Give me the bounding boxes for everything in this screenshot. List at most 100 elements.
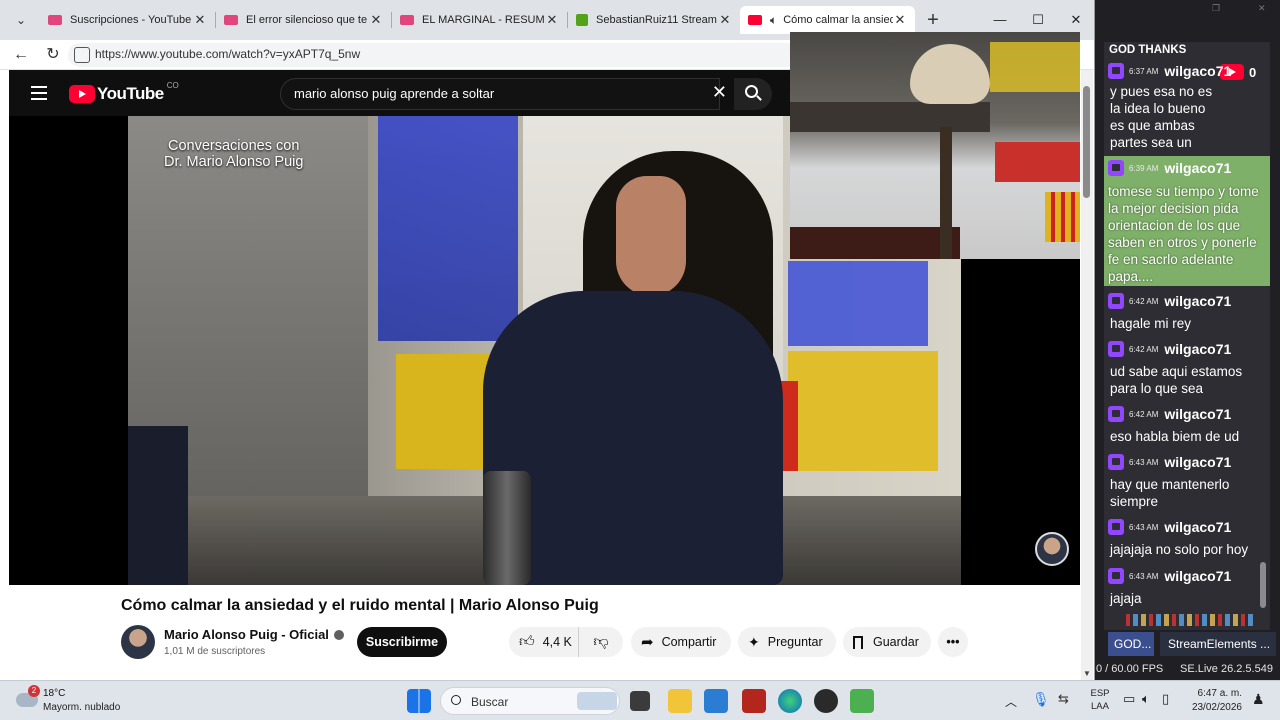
tab-kick-stream[interactable]: SebastianRuiz11 Stream - Wa ✕ [568,6,740,34]
twitch-icon [1108,63,1124,79]
emote-strip [1126,614,1256,626]
menu-icon[interactable] [31,86,47,100]
microphone-icon[interactable]: 🎙︎ [1032,691,1050,708]
task-view-icon[interactable] [630,691,650,711]
bookmark-icon [853,635,863,649]
water-bottle [483,471,531,585]
weather-widget[interactable]: 2 18°C Mayorm. nublado [14,685,154,717]
minimize-icon[interactable]: — [980,8,1020,32]
clock[interactable]: 6:47 a. m. 23/02/2026 [1182,687,1242,715]
close-tab-icon[interactable]: ✕ [893,12,907,28]
close-window-icon[interactable]: ✕ [1056,8,1094,32]
clock-time: 6:47 a. m. [1197,688,1242,699]
ask-button[interactable]: ✦ Preguntar [738,627,836,657]
ask-label: Preguntar [767,635,823,649]
url-text: https://www.youtube.com/watch?v=yxAPT7q_… [95,47,361,61]
youtube-logo[interactable]: YouTube CO [69,81,179,104]
message-user: wilgaco71 [1164,160,1232,176]
store-icon[interactable] [704,689,728,713]
message-text: ud sabe aqui estamos para lo que sea [1110,364,1243,396]
message-user: wilgaco71 [1164,293,1232,309]
subscriber-count: 1,01 M de suscriptores [164,646,266,657]
close-tab-icon[interactable]: ✕ [369,12,383,28]
chat-message: 6:42 AM wilgaco71 hagale mi rey [1104,292,1270,334]
search-query: mario alonso puig aprende a soltar [294,86,495,101]
cam-flag-red [995,142,1080,182]
scroll-down-arrow-icon[interactable]: ▼ [1083,669,1091,678]
chat-scrollbar[interactable] [1260,562,1266,608]
close-tab-icon[interactable]: ✕ [193,12,207,28]
message-text: jajajaja no solo por hoy [1110,542,1249,557]
back-arrow-icon[interactable]: ← [10,44,32,66]
dislike-button[interactable]: 👎︎ [579,633,623,651]
channel-name[interactable]: Mario Alonso Puig - Oficial [164,627,344,642]
notification-icon[interactable]: ♟ [1252,691,1265,708]
like-dislike-group: 👍︎ 4,4 K 👎︎ [509,627,623,657]
app-red-icon[interactable] [742,689,766,713]
tab-subscriptions[interactable]: Suscripciones - YouTube ✕ [40,6,215,34]
message-time: 6:43 AM [1129,522,1159,532]
scene-blue-panel-right [788,261,928,346]
host-shoulder [128,426,188,585]
like-count: 4,4 K [542,635,572,649]
speaker-icon[interactable]: 🔈︎ [770,13,777,28]
language-code: ESP [1090,688,1110,699]
message-user: wilgaco71 [1164,341,1232,357]
dock-tab-streamelements[interactable]: StreamElements ... [1160,632,1276,656]
obs-icon[interactable] [814,689,838,713]
close-tab-icon[interactable]: ✕ [545,12,559,28]
pen-tray-icon[interactable]: ⇆ [1058,691,1069,707]
clear-search-icon[interactable]: ✕ [712,82,727,103]
reload-icon[interactable]: ↻ [42,44,64,66]
channel-watermark-avatar[interactable] [1035,532,1069,566]
tab-active-video[interactable]: 🔈︎ Cómo calmar la ansiedad ✕ [740,6,915,34]
new-tab-icon[interactable]: + [922,8,944,32]
site-info-icon[interactable] [74,47,90,63]
message-user: wilgaco71 [1164,454,1232,470]
chat-app-icon[interactable] [850,689,874,713]
search-button[interactable] [734,78,772,110]
save-button[interactable]: Guardar [843,627,931,657]
language-indicator[interactable]: ESP LAA [1089,687,1111,713]
like-button[interactable]: 👍︎ 4,4 K [509,627,579,657]
scrollbar-thumb[interactable] [1083,86,1090,198]
guest-face [616,176,686,296]
maximize-icon[interactable]: ☐ [1018,8,1058,32]
cam-flag-small [1045,192,1080,242]
video-overlay-line2: Dr. Mario Alonso Puig [164,154,304,170]
clock-date: 23/02/2026 [1191,702,1242,713]
volume-icon[interactable]: 🔈︎ [1142,691,1150,707]
weather-temp: 18°C [43,688,66,699]
dock-close-icon[interactable]: ✕ [1258,3,1266,14]
message-time: 6:39 AM [1129,163,1159,173]
file-explorer-icon[interactable] [668,689,692,713]
search-input[interactable]: mario alonso puig aprende a soltar ✕ [280,78,727,110]
tab-list-chevron-icon[interactable]: ⌄ [10,10,32,30]
channel-avatar[interactable] [121,625,155,659]
chat-message: 6:42 AM wilgaco71 eso habla biem de ud [1104,405,1270,447]
tab-el-marginal[interactable]: EL MARGINAL - RESUMEN D ✕ [392,6,567,34]
video-info: Cómo calmar la ansiedad y el ruido menta… [9,585,1080,690]
taskbar-search-box[interactable]: Buscar [440,687,620,715]
dock-tab-god[interactable]: GOD... [1108,632,1154,656]
share-button[interactable]: ➦ Compartir [631,627,731,657]
more-actions-button[interactable]: ••• [938,627,968,657]
battery-icon[interactable]: ▯ [1162,691,1169,707]
edge-browser-icon[interactable] [778,689,802,713]
close-tab-icon[interactable]: ✕ [718,12,732,28]
thumbs-down-icon: 👎︎ [593,633,609,650]
subscribe-button[interactable]: Suscribirme [357,627,447,657]
twitch-icon [1108,454,1124,470]
taskbar: 2 18°C Mayorm. nublado Buscar ︿ 🎙︎ ⇆ ESP… [0,680,1280,720]
tab-silent-error[interactable]: El error silencioso que te fren ✕ [216,6,391,34]
message-time: 6:42 AM [1129,296,1159,306]
tray-chevron-icon[interactable]: ︿ [1005,693,1017,710]
message-text: tomese su tiempo y tome la mejor decisio… [1108,184,1259,284]
start-windows-icon[interactable] [407,689,431,713]
tab-label: Cómo calmar la ansiedad [783,14,893,26]
message-text: hay que mantenerlo siempre [1110,477,1230,509]
network-icon[interactable]: ▭ [1123,691,1135,707]
page-scrollbar[interactable]: ▼ [1081,70,1093,680]
dock-restore-icon[interactable]: ❐ [1212,3,1220,14]
message-user: wilgaco71 [1164,406,1232,422]
